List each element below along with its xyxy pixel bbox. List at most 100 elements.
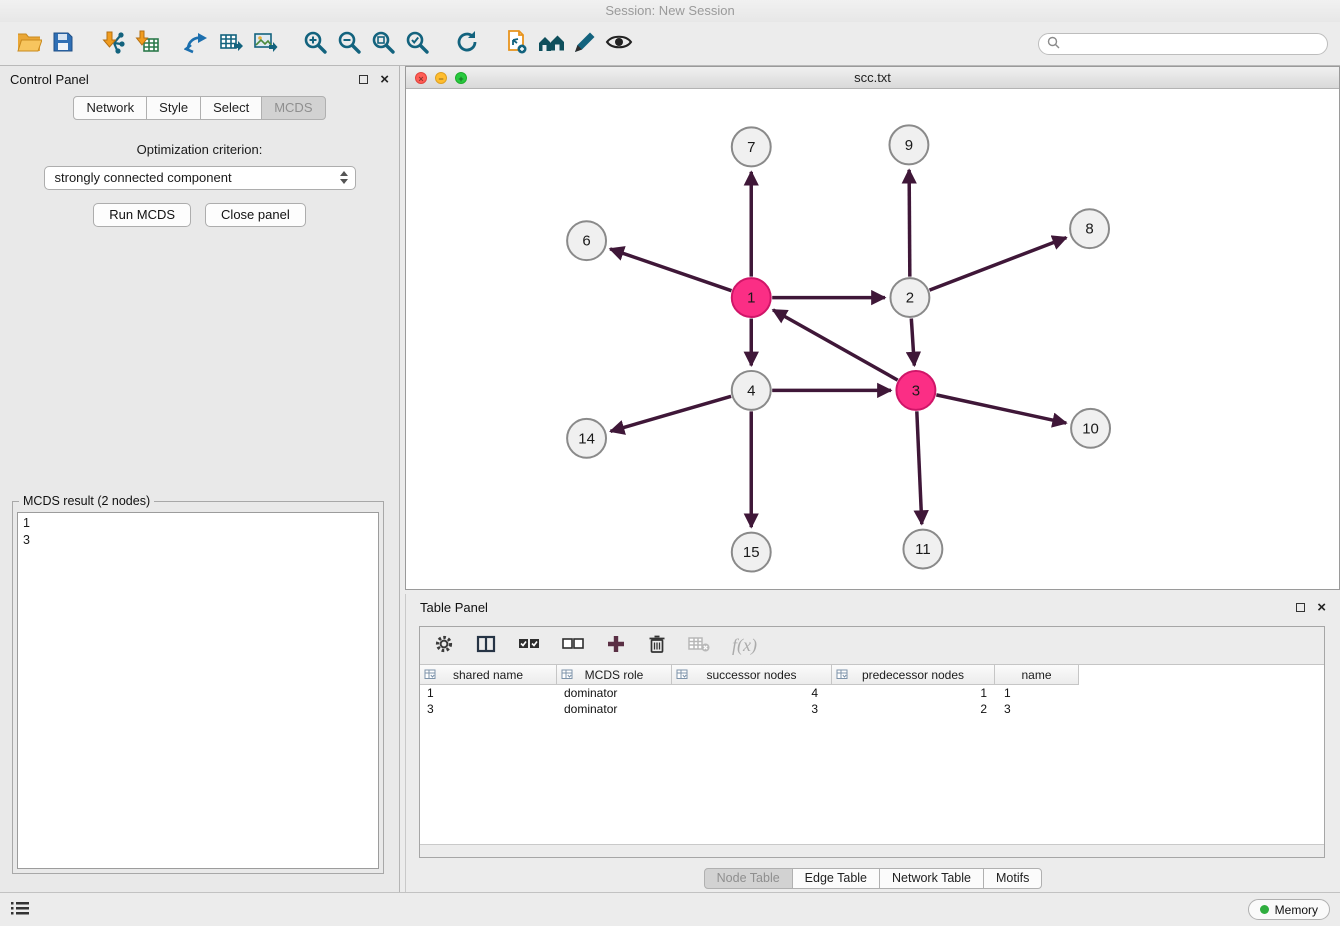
- float-table-panel-icon[interactable]: [1296, 603, 1305, 612]
- table-row[interactable]: 3 dominator 3 2 3: [420, 701, 1324, 717]
- network-canvas[interactable]: 7 9 6 8 1 2 4 3 14 10 15 11: [406, 89, 1339, 589]
- export-network-button[interactable]: [180, 27, 214, 61]
- mcds-result-groupbox: MCDS result (2 nodes) 1 3: [12, 494, 384, 874]
- window-titlebar: Session: New Session: [0, 0, 1340, 22]
- clone-network-icon: [504, 29, 530, 58]
- deselect-all-checkboxes-icon[interactable]: [562, 635, 584, 656]
- column-header-name[interactable]: name: [995, 665, 1079, 685]
- table-settings-gear-icon[interactable]: [434, 634, 454, 657]
- graph-node-2[interactable]: 2: [890, 278, 929, 317]
- graph-node-3[interactable]: 3: [896, 371, 935, 410]
- zoom-in-button[interactable]: [298, 27, 332, 61]
- tab-edge-table[interactable]: Edge Table: [792, 868, 880, 889]
- horizontal-scrollbar[interactable]: [420, 844, 1324, 857]
- close-panel-button[interactable]: Close panel: [205, 203, 306, 227]
- memory-label: Memory: [1275, 903, 1318, 917]
- float-panel-icon[interactable]: [359, 75, 368, 84]
- import-table-button[interactable]: [130, 27, 164, 61]
- tab-node-table[interactable]: Node Table: [704, 868, 793, 889]
- window-title: Session: New Session: [605, 3, 734, 18]
- select-all-checkboxes-icon[interactable]: [518, 635, 540, 656]
- graph-node-label: 9: [905, 137, 913, 154]
- network-view-window: × − + scc.txt 7 9 6 8 1 2 4 3 14 10 15 11: [405, 66, 1340, 590]
- graph-node-10[interactable]: 10: [1071, 409, 1110, 448]
- graph-node-15[interactable]: 15: [732, 533, 771, 572]
- graph-node-label: 7: [747, 139, 755, 156]
- graph-node-label: 10: [1082, 420, 1099, 437]
- toolbar-search[interactable]: [1038, 33, 1328, 55]
- open-folder-icon: [16, 30, 42, 57]
- mcds-result-list[interactable]: 1 3: [17, 512, 379, 869]
- run-mcds-button[interactable]: Run MCDS: [93, 203, 191, 227]
- graph-node-label: 1: [747, 290, 755, 307]
- column-header-predecessor-nodes[interactable]: predecessor nodes: [832, 665, 995, 685]
- zoom-selected-button[interactable]: [400, 27, 434, 61]
- close-table-panel-icon[interactable]: ×: [1317, 600, 1326, 615]
- clone-network-button[interactable]: [500, 27, 534, 61]
- graph-edge-2-9[interactable]: [909, 170, 910, 277]
- style-pen-button[interactable]: [568, 27, 602, 61]
- refresh-layout-button[interactable]: [450, 27, 484, 61]
- task-history-list-icon[interactable]: [10, 900, 30, 919]
- open-session-button[interactable]: [12, 27, 46, 61]
- graph-node-1[interactable]: 1: [732, 278, 771, 317]
- table-panel-title: Table Panel: [420, 600, 488, 615]
- table-panel-tabs: Node Table Edge Table Network Table Moti…: [406, 868, 1340, 889]
- tab-style[interactable]: Style: [146, 96, 201, 120]
- networks-home-button[interactable]: [534, 27, 568, 61]
- graph-node-8[interactable]: 8: [1070, 209, 1109, 248]
- graph-node-4[interactable]: 4: [732, 371, 771, 410]
- criterion-dropdown[interactable]: strongly connected component: [44, 166, 356, 190]
- graph-node-6[interactable]: 6: [567, 221, 606, 260]
- save-session-button[interactable]: [46, 27, 80, 61]
- graph-node-label: 11: [915, 541, 931, 558]
- network-window-titlebar[interactable]: × − + scc.txt: [406, 67, 1339, 89]
- table-row[interactable]: 1 dominator 4 1 1: [420, 685, 1324, 701]
- tab-network-table[interactable]: Network Table: [879, 868, 984, 889]
- save-floppy-icon: [51, 30, 75, 57]
- tab-select[interactable]: Select: [200, 96, 262, 120]
- export-image-button[interactable]: [248, 27, 282, 61]
- tab-network[interactable]: Network: [73, 96, 147, 120]
- column-header-shared-name[interactable]: shared name: [420, 665, 557, 685]
- main-toolbar: [0, 22, 1340, 66]
- table-toolbar: f(x): [420, 627, 1324, 665]
- delete-table-disabled-icon: [688, 635, 710, 656]
- column-attr-icon: [676, 669, 688, 683]
- column-header-mcds-role[interactable]: MCDS role: [557, 665, 672, 685]
- graph-edge-3-1[interactable]: [773, 310, 898, 380]
- delete-trash-icon[interactable]: [648, 634, 666, 657]
- graph-node-7[interactable]: 7: [732, 127, 771, 166]
- graph-node-14[interactable]: 14: [567, 419, 606, 458]
- network-graph[interactable]: 7 9 6 8 1 2 4 3 14 10 15 11: [406, 89, 1339, 589]
- graph-edge-4-14[interactable]: [611, 396, 732, 431]
- tab-mcds[interactable]: MCDS: [261, 96, 325, 120]
- column-header-successor-nodes[interactable]: successor nodes: [672, 665, 832, 685]
- export-table-button[interactable]: [214, 27, 248, 61]
- graph-edge-1-6[interactable]: [610, 249, 731, 291]
- table-panel-header: Table Panel ×: [406, 594, 1340, 620]
- show-hide-button[interactable]: [602, 27, 636, 61]
- zoom-fit-button[interactable]: [366, 27, 400, 61]
- graph-node-11[interactable]: 11: [903, 530, 942, 569]
- zoom-out-button[interactable]: [332, 27, 366, 61]
- column-visibility-icon[interactable]: [476, 634, 496, 657]
- graph-node-9[interactable]: 9: [889, 125, 928, 164]
- graph-edge-3-10[interactable]: [936, 395, 1066, 423]
- add-row-plus-icon[interactable]: [606, 634, 626, 657]
- close-window-icon[interactable]: ×: [415, 72, 427, 84]
- import-network-button[interactable]: [96, 27, 130, 61]
- search-input[interactable]: [1065, 37, 1319, 51]
- memory-button[interactable]: Memory: [1248, 899, 1330, 920]
- close-panel-icon[interactable]: ×: [380, 72, 389, 87]
- export-network-icon: [184, 29, 210, 58]
- import-network-icon: [100, 29, 126, 58]
- memory-status-icon: [1260, 905, 1269, 914]
- minimize-window-icon[interactable]: −: [435, 72, 447, 84]
- tab-motifs[interactable]: Motifs: [983, 868, 1042, 889]
- node-table-header: shared name MCDS role successor nodes pr…: [420, 665, 1324, 685]
- graph-edge-2-8[interactable]: [929, 238, 1066, 290]
- graph-edge-2-3[interactable]: [911, 319, 914, 366]
- graph-edge-3-11[interactable]: [917, 411, 922, 524]
- zoom-window-icon[interactable]: +: [455, 72, 467, 84]
